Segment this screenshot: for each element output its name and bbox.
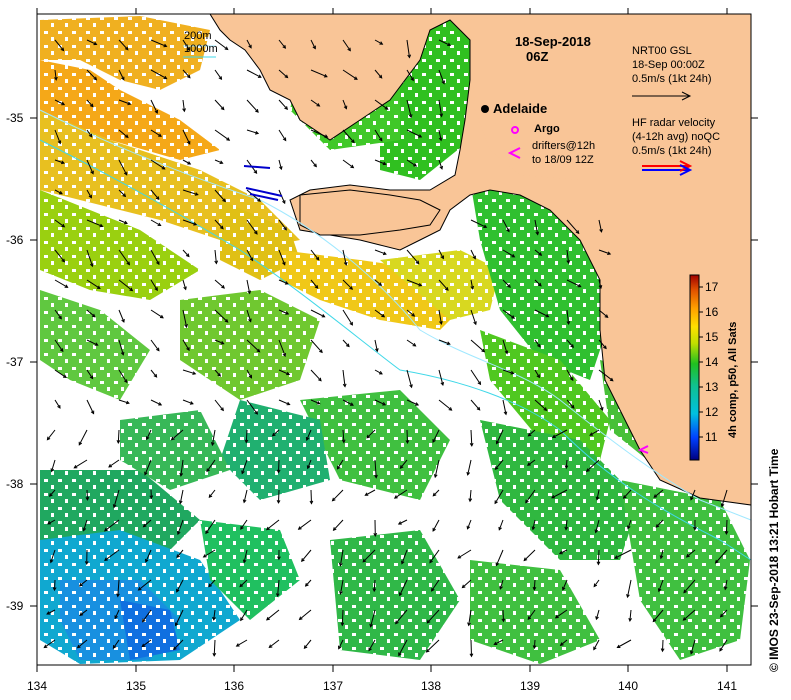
credit-label: © IMOS 23-Sep-2018 13:21 Hobart Time — [767, 448, 781, 672]
velocity-arrow — [470, 639, 472, 657]
city-label: Adelaide — [493, 101, 548, 116]
velocity-arrow — [597, 549, 600, 565]
y-tick-label: -38 — [6, 477, 24, 491]
x-tick-label: 135 — [125, 679, 147, 693]
y-tick-label: -35 — [6, 111, 24, 125]
x-tick-label: 138 — [420, 679, 442, 693]
colorbar-tick: 14 — [705, 355, 719, 369]
velocity-arrow — [310, 489, 312, 504]
velocity-arrow — [662, 639, 664, 652]
velocity-arrow — [341, 609, 344, 626]
drifters-label-line2: to 18/09 12Z — [532, 154, 594, 166]
x-tick-label: 136 — [223, 679, 245, 693]
colorbar-tick: 13 — [705, 380, 719, 394]
radar-label-line2: (4-12h avg) noQC — [632, 131, 721, 143]
map-date: 18-Sep-2018 — [515, 34, 591, 49]
gsl-label-line3: 0.5m/s (1kt 24h) — [632, 73, 712, 85]
sst-map — [30, 8, 758, 672]
radar-label-line3: 0.5m/s (1kt 24h) — [632, 145, 712, 157]
map-time: 06Z — [526, 49, 549, 64]
velocity-arrow — [278, 489, 280, 503]
x-tick-label: 137 — [322, 679, 344, 693]
isobath-1000-label: 1000m — [184, 43, 218, 55]
gsl-label-line1: NRT00 GSL — [632, 45, 692, 57]
colorbar-tick: 11 — [705, 430, 718, 444]
colorbar-tick: 17 — [705, 280, 719, 294]
velocity-arrow — [406, 429, 408, 444]
colorbar — [689, 274, 700, 461]
colorbar-tick: 12 — [705, 405, 719, 419]
velocity-arrow — [278, 459, 280, 473]
radar-label-line1: HF radar velocity — [632, 117, 716, 129]
x-tick-label: 139 — [519, 679, 541, 693]
y-tick-label: -36 — [6, 233, 24, 247]
x-tick-label: 134 — [26, 679, 48, 693]
gsl-label-line2: 18-Sep 00:00Z — [632, 59, 705, 71]
y-tick-label: -39 — [6, 599, 24, 613]
isobath-200-label: 200m — [184, 30, 212, 42]
velocity-arrow — [725, 519, 728, 534]
drifters-label-line1: drifters@12h — [532, 140, 596, 152]
velocity-arrow — [502, 609, 504, 622]
x-tick-label: 140 — [617, 679, 639, 693]
colorbar-tick: 15 — [705, 330, 719, 344]
y-tick-label: -37 — [6, 355, 24, 369]
argo-label: Argo — [534, 123, 560, 135]
colorbar-tick: 16 — [705, 305, 719, 319]
adelaide-marker — [481, 105, 489, 113]
colorbar-label: 4h comp, p50, All Sats — [727, 321, 739, 438]
x-tick-label: 141 — [716, 679, 738, 693]
velocity-arrow — [245, 429, 248, 443]
